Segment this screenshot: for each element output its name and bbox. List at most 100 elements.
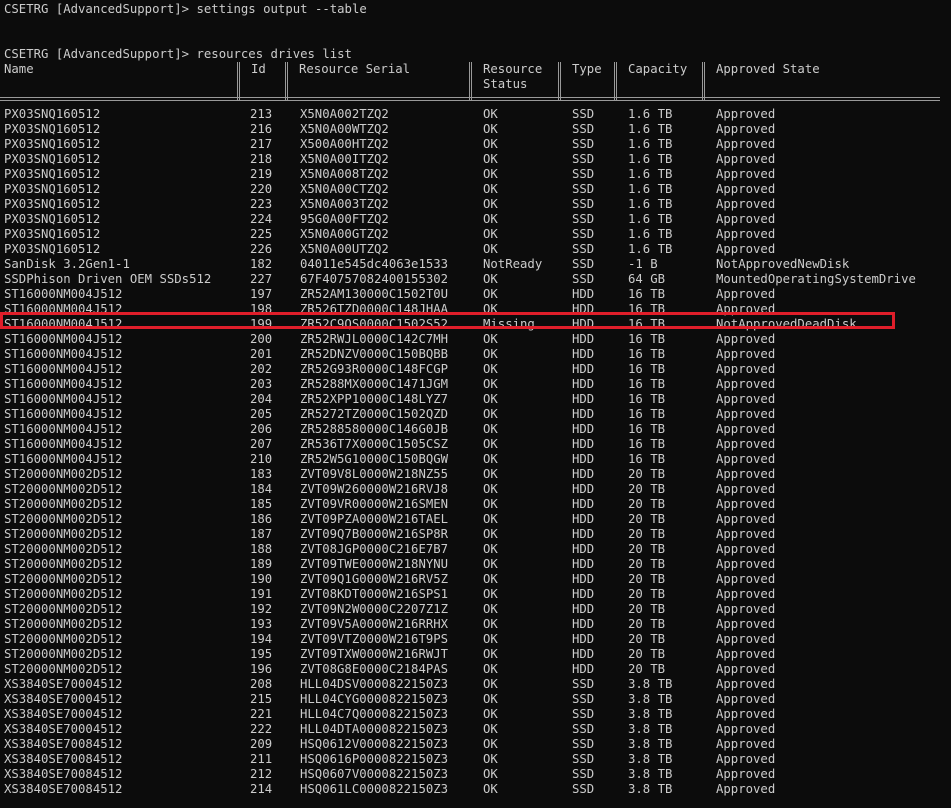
cell-name: ST20000NM002D512 [4, 467, 123, 481]
cell-serial: ZR5272TZ0000C1502QZD [300, 407, 449, 421]
table-row: XS3840SE70084512 214 HSQ061LC0000822150Z3 O… [0, 782, 951, 797]
cell-approved-state: Approved [716, 617, 776, 631]
cell-serial: ZR52XPP10000C148LYZ7 [300, 392, 449, 406]
cell-status: OK [483, 422, 498, 436]
table-row: PX03SNQ160512 218 X5N0A00ITZQ2 OK SSD 1.6 TB A… [0, 152, 951, 167]
table-row: PX03SNQ160512 216 X5N0A00WTZQ2 OK SSD 1.6 TB A… [0, 122, 951, 137]
table-row: SSDPhison Driven OEM SSDs512 227 67F407570… [0, 272, 951, 287]
table-row: ST20000NM002D512 185 ZVT09VR00000W216SMEN O… [0, 497, 951, 512]
cell-id: 225 [250, 227, 273, 241]
cell-type: HDD [572, 347, 595, 361]
cell-id: 191 [250, 587, 273, 601]
cell-status: OK [483, 152, 498, 166]
cell-serial: ZR52DNZV0000C150BQBB [300, 347, 449, 361]
cell-serial: HSQ0616P0000822150Z3 [300, 752, 449, 766]
header-name: Name [4, 62, 34, 76]
cell-approved-state: Approved [716, 707, 776, 721]
cell-type: HDD [572, 662, 595, 676]
cell-capacity: 16 TB [628, 287, 666, 301]
header-underline [0, 97, 940, 101]
cell-capacity: 16 TB [628, 377, 666, 391]
cell-type: HDD [572, 437, 595, 451]
cell-type: SSD [572, 152, 595, 166]
cell-status: OK [483, 677, 498, 691]
cell-approved-state: Approved [716, 452, 776, 466]
cell-type: SSD [572, 692, 595, 706]
table-row: XS3840SE70004512 208 HLL04DSV0000822150Z3 O… [0, 677, 951, 692]
cell-capacity: 16 TB [628, 407, 666, 421]
table-row: ST20000NM002D512 192 ZVT09N2W0000C2207Z1Z O… [0, 602, 951, 617]
cell-type: HDD [572, 572, 595, 586]
cell-approved-state: Approved [716, 227, 776, 241]
cell-serial: ZVT08G8E0000C2184PAS [300, 662, 449, 676]
cell-capacity: 16 TB [628, 437, 666, 451]
cell-serial: HLL04DSV0000822150Z3 [300, 677, 449, 691]
cell-approved-state: Approved [716, 362, 776, 376]
cell-capacity: 1.6 TB [628, 182, 673, 196]
cell-capacity: 20 TB [628, 482, 666, 496]
table-row: PX03SNQ160512 220 X5N0A00CTZQ2 OK SSD 1.6 TB A… [0, 182, 951, 197]
cell-id: 187 [250, 527, 273, 541]
cell-name: XS3840SE70084512 [4, 752, 123, 766]
table-row: PX03SNQ160512 226 X5N0A00UTZQ2 OK SSD 1.6 TB A… [0, 242, 951, 257]
cell-status: OK [483, 662, 498, 676]
cell-id: 224 [250, 212, 273, 226]
cell-type: HDD [572, 512, 595, 526]
cell-serial: X5N0A00ITZQ2 [300, 152, 389, 166]
cell-approved-state: Approved [716, 677, 776, 691]
cell-capacity: 20 TB [628, 617, 666, 631]
cell-status: OK [483, 227, 498, 241]
cell-status: OK [483, 467, 498, 481]
cell-name: ST20000NM002D512 [4, 542, 123, 556]
cell-approved-state: Approved [716, 767, 776, 781]
cell-capacity: 1.6 TB [628, 107, 673, 121]
table-row: PX03SNQ160512 223 X5N0A003TZQ2 OK SSD 1.6 TB A… [0, 197, 951, 212]
cell-capacity: 20 TB [628, 587, 666, 601]
cell-name: ST20000NM002D512 [4, 497, 123, 511]
table-row: ST16000NM004J512 204 ZR52XPP10000C148LYZ7 O… [0, 392, 951, 407]
cell-approved-state: MountedOperatingSystemDrive [716, 272, 916, 286]
cell-name: XS3840SE70084512 [4, 782, 123, 796]
cell-capacity: 20 TB [628, 467, 666, 481]
cell-name: PX03SNQ160512 [4, 152, 101, 166]
cell-name: ST16000NM004J512 [4, 377, 123, 391]
cell-serial: X5N0A00CTZQ2 [300, 182, 389, 196]
column-divider [614, 62, 617, 100]
cell-id: 200 [250, 332, 273, 346]
cell-serial: ZVT09V5A0000W216RRHX [300, 617, 449, 631]
cell-name: ST20000NM002D512 [4, 557, 123, 571]
table-row: XS3840SE70084512 209 HSQ0612V0000822150Z3 O… [0, 737, 951, 752]
column-divider [469, 62, 472, 100]
cell-approved-state: Approved [716, 407, 776, 421]
cell-name: ST16000NM004J512 [4, 392, 123, 406]
cell-id: 220 [250, 182, 273, 196]
cell-approved-state: Approved [716, 557, 776, 571]
header-approved-state: Approved State [716, 62, 820, 76]
cell-serial: ZVT09V8L0000W218NZ55 [300, 467, 449, 481]
cell-id: 218 [250, 152, 273, 166]
cell-status: OK [483, 512, 498, 526]
cell-approved-state: Approved [716, 632, 776, 646]
table-row: ST16000NM004J512 197 ZR52AM130000C1502T0U O… [0, 287, 951, 302]
cell-approved-state: Approved [716, 587, 776, 601]
cell-type: HDD [572, 632, 595, 646]
cell-name: ST20000NM002D512 [4, 617, 123, 631]
cell-approved-state: Approved [716, 467, 776, 481]
table-row: ST20000NM002D512 194 ZVT09VTZ0000W216T9PS O… [0, 632, 951, 647]
cell-type: SSD [572, 242, 595, 256]
cell-capacity: 16 TB [628, 422, 666, 436]
cell-approved-state: Approved [716, 392, 776, 406]
cell-capacity: 20 TB [628, 557, 666, 571]
cell-serial: HSQ061LC0000822150Z3 [300, 782, 449, 796]
cell-type: SSD [572, 182, 595, 196]
cell-approved-state: Approved [716, 182, 776, 196]
cell-status: OK [483, 647, 498, 661]
cell-status: NotReady [483, 257, 543, 271]
cell-id: 197 [250, 287, 273, 301]
cell-serial: ZVT08JGP0000C216E7B7 [300, 542, 449, 556]
cell-capacity: 20 TB [628, 632, 666, 646]
cell-status: OK [483, 107, 498, 121]
cell-id: 189 [250, 557, 273, 571]
cell-status: OK [483, 752, 498, 766]
table-row: ST16000NM004J512 200 ZR52RWJL0000C142C7MH O… [0, 332, 951, 347]
